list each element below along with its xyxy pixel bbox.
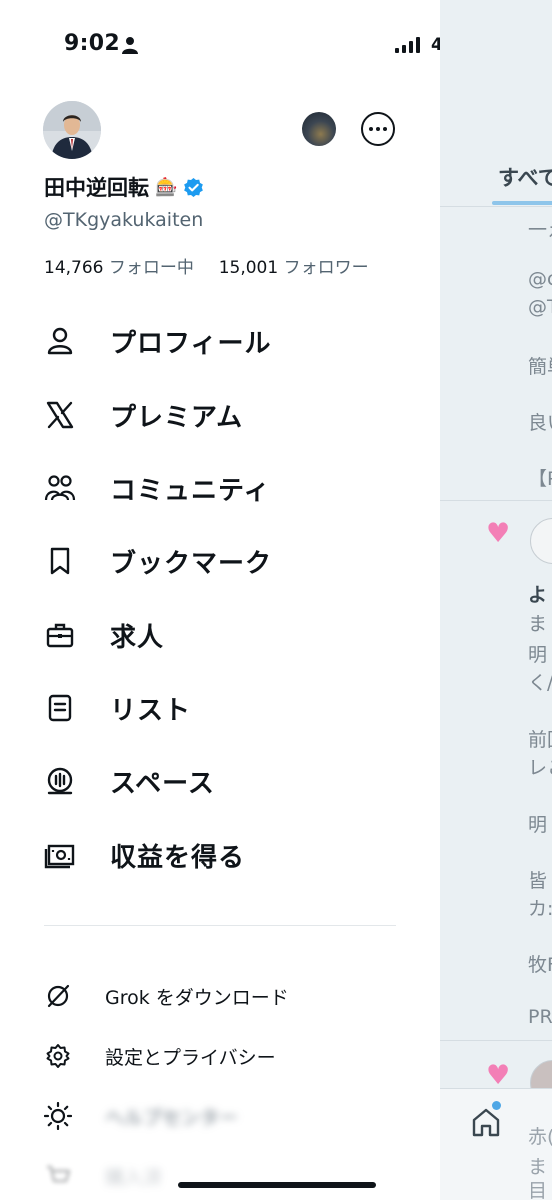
home-icon[interactable] xyxy=(470,1106,502,1138)
avatar[interactable] xyxy=(43,101,101,159)
avatar-peek[interactable] xyxy=(530,518,552,564)
menu-item-label: 設定とプライバシー xyxy=(105,1046,276,1069)
tab-all[interactable]: すべて xyxy=(498,162,552,192)
list-icon xyxy=(44,692,76,724)
bookmark-icon xyxy=(44,545,76,577)
following-label: フォロー中 xyxy=(108,258,194,278)
spaces-icon xyxy=(44,765,76,797)
menu-item-premium[interactable]: プレミアム xyxy=(44,390,404,440)
followers-link[interactable]: 15,001 フォロワー xyxy=(219,258,369,278)
timeline-divider xyxy=(440,1040,552,1041)
timeline-text: ま xyxy=(528,613,548,635)
menu-item-label: ヘルプセンター xyxy=(105,1106,239,1129)
menu-item-label: 購入済 xyxy=(105,1166,163,1189)
handle[interactable]: @TKgyakukaiten xyxy=(44,209,203,231)
home-indicator[interactable] xyxy=(178,1182,376,1188)
menu-item-settings-privacy[interactable]: 設定とプライバシー xyxy=(44,1036,404,1076)
timeline-text: 目 xyxy=(528,1180,548,1200)
timeline-text: レこ xyxy=(528,757,552,779)
sun-icon xyxy=(44,1102,72,1130)
communities-icon xyxy=(44,472,76,504)
timeline-text: 皆 xyxy=(528,870,548,892)
timeline-text: 簡単 xyxy=(528,356,552,378)
menu-item-label: 求人 xyxy=(110,622,165,653)
status-time: 9:02 xyxy=(64,31,120,56)
menu-item-label: リスト xyxy=(110,695,192,726)
menu-item-label: スペース xyxy=(110,768,215,799)
timeline-peek[interactable]: すべて 一え @c @T 簡単 良い 【PI ♥ よ ま 明 く/ 前回 レこ … xyxy=(440,0,552,1200)
following-count: 14,766 xyxy=(44,258,104,278)
menu-item-grok-download[interactable]: Grok をダウンロード xyxy=(44,976,404,1016)
menu-item-purchases[interactable]: 購入済 xyxy=(44,1156,404,1196)
slot-machine-emoji: 🎰 xyxy=(155,176,178,198)
signal-icon xyxy=(395,37,420,53)
timeline-text: カ: xyxy=(528,898,552,920)
person-status-icon xyxy=(122,37,138,54)
timeline-text: 赤( xyxy=(528,1126,552,1148)
x-logo-icon xyxy=(44,399,76,431)
menu-item-monetization[interactable]: 収益を得る xyxy=(44,830,404,880)
timeline-text: @c xyxy=(528,268,552,290)
menu-item-label: ブックマーク xyxy=(110,548,273,579)
menu-item-label: Grok をダウンロード xyxy=(105,986,289,1009)
like-heart-icon[interactable]: ♥ xyxy=(486,520,510,547)
menu-item-jobs[interactable]: 求人 xyxy=(44,610,404,660)
followers-count: 15,001 xyxy=(218,258,279,278)
notification-dot xyxy=(492,1101,501,1110)
more-options-button[interactable] xyxy=(361,112,395,146)
briefcase-icon xyxy=(44,619,76,651)
timeline-text: 明 xyxy=(528,644,548,666)
cart-icon xyxy=(44,1162,72,1190)
timeline-divider xyxy=(440,500,552,501)
timeline-text: よ xyxy=(528,584,548,606)
timeline-divider xyxy=(440,206,552,207)
timeline-text: 前回 xyxy=(528,729,552,751)
tab-underline xyxy=(492,201,552,205)
timeline-text: 一え xyxy=(528,219,552,241)
timeline-text: 明 xyxy=(528,814,548,836)
display-name: 田中逆回転 xyxy=(44,176,149,200)
timeline-text: 良い xyxy=(528,412,552,434)
person-icon xyxy=(44,325,76,357)
timeline-text: PR xyxy=(528,1006,552,1028)
section-divider xyxy=(44,925,396,926)
following-link[interactable]: 14,766 フォロー中 xyxy=(44,258,199,278)
menu-item-label: コミュニティ xyxy=(110,475,271,506)
menu-item-label: プレミアム xyxy=(110,402,244,433)
menu-item-communities[interactable]: コミュニティ xyxy=(44,463,404,513)
account-switch-avatar[interactable] xyxy=(302,112,336,146)
like-heart-icon[interactable]: ♥ xyxy=(486,1062,510,1089)
timeline-text: @T xyxy=(528,296,552,318)
menu-item-label: 収益を得る xyxy=(110,842,246,873)
gear-icon xyxy=(44,1042,72,1070)
money-icon xyxy=(44,839,76,871)
timeline-text: 【PI xyxy=(528,468,552,490)
timeline-text: ま xyxy=(528,1156,548,1178)
menu-item-lists[interactable]: リスト xyxy=(44,683,404,733)
followers-label: フォロワー xyxy=(283,258,369,278)
follow-stats: 14,766 フォロー中 15,001 フォロワー xyxy=(44,253,369,278)
display-name-row[interactable]: 田中逆回転 🎰 xyxy=(44,172,204,202)
menu-item-spaces[interactable]: スペース xyxy=(44,756,404,806)
timeline-text: 牧F xyxy=(528,954,552,976)
menu-item-bookmarks[interactable]: ブックマーク xyxy=(44,536,404,586)
grok-icon xyxy=(44,982,72,1010)
verified-badge-icon xyxy=(184,177,204,197)
timeline-text: く/ xyxy=(528,672,552,694)
menu-item-label: プロフィール xyxy=(110,328,272,359)
menu-item-help-center[interactable]: ヘルプセンター xyxy=(44,1096,404,1136)
menu-item-profile[interactable]: プロフィール xyxy=(44,316,404,366)
